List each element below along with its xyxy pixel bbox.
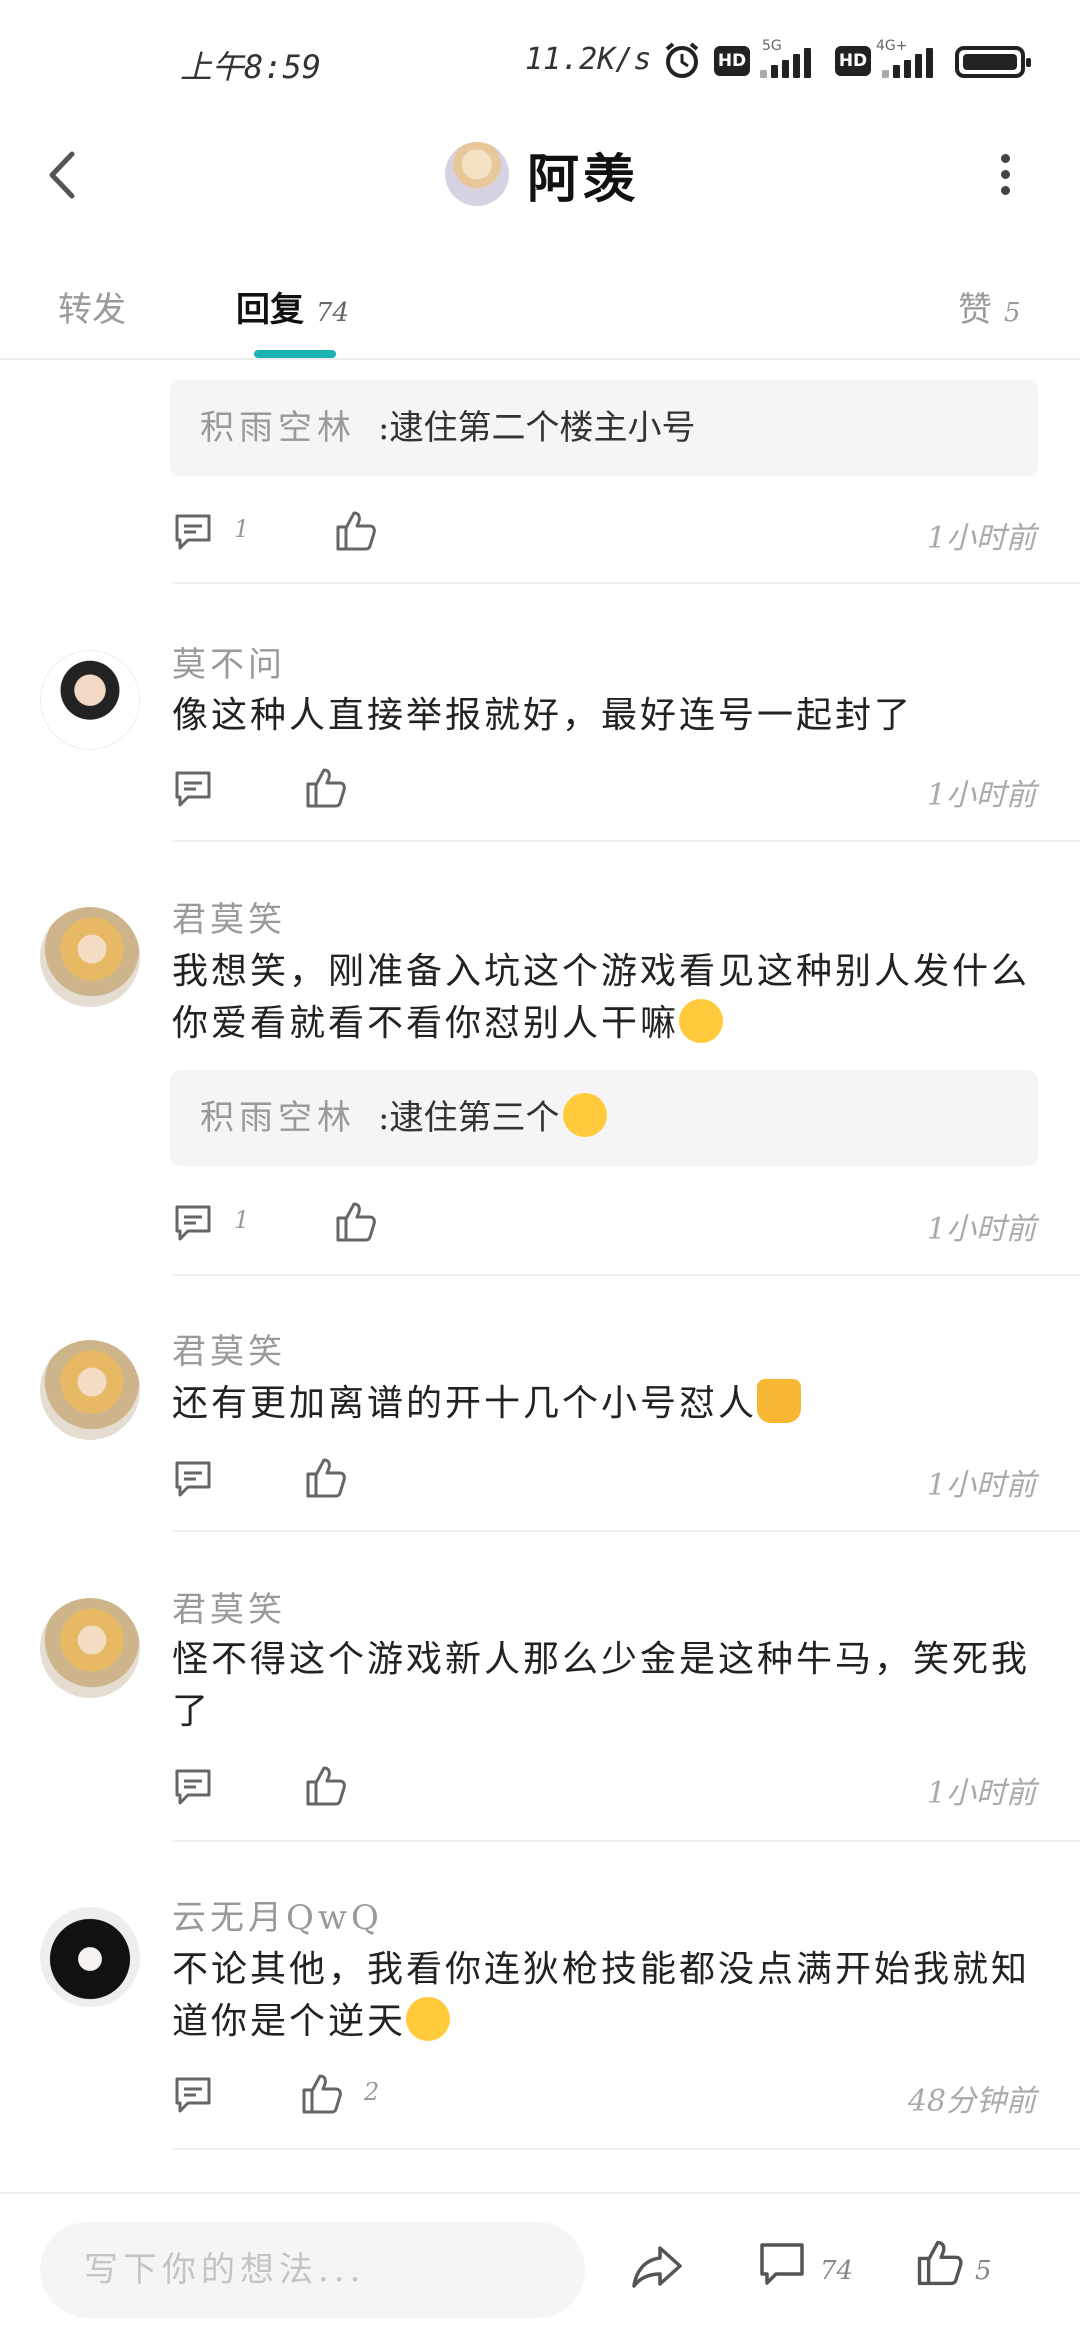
comment-actions: 1 1小时前 — [172, 507, 1040, 557]
comment-time: 1小时前 — [926, 1776, 1036, 1811]
quoted-reply[interactable]: 积雨空林 :逮住第三个 — [170, 1070, 1038, 1166]
quoted-text: :逮住第二个楼主小号 — [378, 408, 696, 448]
avatar[interactable] — [40, 650, 140, 750]
signal-icon-1 — [760, 48, 816, 78]
battery-icon — [955, 46, 1031, 78]
comment-time: 1小时前 — [926, 521, 1036, 556]
reply-count: 1 — [234, 1206, 250, 1234]
tab-bar: 转发 回复 74 赞5 — [0, 240, 1080, 360]
status-bar: 上午8:59 11.2K/s HD 5G HD 4G+ — [0, 0, 1080, 120]
like-icon[interactable] — [915, 2238, 965, 2288]
like-icon[interactable] — [304, 1764, 348, 1808]
divider — [172, 1274, 1080, 1276]
comment-text-body: 不论其他，我看你连狄枪技能都没点满开始我就知道你是个逆天 — [172, 1949, 1031, 2042]
quoted-user[interactable]: 积雨空林 — [200, 408, 356, 448]
grinning-emoji-icon — [406, 1997, 451, 2041]
author-avatar[interactable] — [445, 142, 509, 206]
divider — [172, 840, 1080, 842]
alarm-icon — [665, 42, 699, 78]
tab-replies-count: 74 — [316, 298, 350, 328]
share-icon[interactable] — [630, 2242, 684, 2292]
comment-icon[interactable] — [758, 2240, 806, 2288]
header: 阿羡 — [0, 120, 1080, 230]
comment-time: 1小时前 — [926, 778, 1036, 813]
page-title: 阿羡 — [527, 148, 640, 210]
comment-text-body: 还有更加离谱的开十几个小号怼人 — [172, 1383, 758, 1424]
tab-replies-label: 回复 — [236, 290, 304, 330]
comment-text: 不论其他，我看你连狄枪技能都没点满开始我就知道你是个逆天 — [172, 1944, 1032, 2048]
status-time: 上午8:59 — [180, 48, 322, 86]
comment-actions: 2 48分钟前 — [172, 2070, 1040, 2120]
active-tab-indicator — [254, 350, 336, 358]
hd-badge-2: HD — [835, 46, 871, 76]
comment-text: 我想笑，刚准备入坑这个游戏看见这种别人发什么你爱看就看不看你怼别人干嘛 — [172, 946, 1032, 1050]
comment-input[interactable] — [40, 2222, 585, 2318]
reply-icon[interactable] — [172, 511, 214, 553]
comment-actions: 1小时前 — [172, 764, 1040, 814]
quoted-text: :逮住第三个 — [378, 1098, 560, 1138]
signal-icon-2 — [882, 48, 938, 78]
avatar[interactable] — [40, 1598, 140, 1698]
reply-icon[interactable] — [172, 768, 214, 810]
comment-username[interactable]: 君莫笑 — [172, 1582, 286, 1631]
smirk-emoji-icon — [563, 1093, 608, 1137]
avatar[interactable] — [40, 1340, 140, 1440]
title-group[interactable]: 阿羡 — [445, 132, 639, 216]
comment-text: 像这种人直接举报就好，最好连号一起封了 — [172, 695, 914, 736]
avatar[interactable] — [40, 1907, 140, 2007]
comment-time: 48分钟前 — [907, 2084, 1036, 2119]
tab-repost[interactable]: 转发 — [58, 282, 126, 331]
tab-likes[interactable]: 赞5 — [958, 282, 1021, 331]
comment-text: 怪不得这个游戏新人那么少金是这种牛马，笑死我了 — [172, 1639, 1031, 1732]
like-icon[interactable] — [334, 1200, 378, 1244]
bottom-comment-count: 74 — [820, 2256, 854, 2286]
comment-time: 1小时前 — [926, 1468, 1036, 1503]
more-options-icon[interactable] — [995, 150, 1015, 200]
comment-actions: 1 1小时前 — [172, 1198, 1040, 1248]
like-icon[interactable] — [304, 766, 348, 810]
reply-icon[interactable] — [172, 1202, 214, 1244]
bottom-bar: 74 5 — [0, 2192, 1080, 2340]
divider — [172, 1530, 1080, 1532]
divider — [172, 2148, 1080, 2150]
tab-likes-label: 赞 — [958, 290, 992, 330]
thumbs-up-emoji-icon — [757, 1379, 802, 1423]
reply-count: 1 — [234, 515, 250, 543]
reply-icon[interactable] — [172, 2074, 214, 2116]
comment-username[interactable]: 云无月QwQ — [172, 1890, 383, 1939]
divider — [172, 1840, 1080, 1842]
reply-icon[interactable] — [172, 1458, 214, 1500]
tab-replies[interactable]: 回复 74 — [236, 282, 349, 331]
comment-username[interactable]: 莫不问 — [172, 637, 286, 686]
divider — [172, 582, 1080, 584]
quoted-user[interactable]: 积雨空林 — [200, 1098, 356, 1138]
bottom-like-count: 5 — [975, 2256, 992, 2286]
like-count: 2 — [364, 2078, 380, 2106]
comment-actions: 1小时前 — [172, 1454, 1040, 1504]
tab-likes-count: 5 — [1004, 298, 1021, 328]
like-icon[interactable] — [334, 509, 378, 553]
back-arrow-icon[interactable] — [40, 140, 90, 210]
comment-text-body: 我想笑，刚准备入坑这个游戏看见这种别人发什么你爱看就看不看你怼别人干嘛 — [172, 951, 1031, 1044]
hd-badge-1: HD — [714, 46, 750, 76]
avatar[interactable] — [40, 907, 140, 1007]
reply-icon[interactable] — [172, 1766, 214, 1808]
network-speed: 11.2K/s — [525, 42, 652, 77]
like-icon[interactable] — [304, 1456, 348, 1500]
comment-username[interactable]: 君莫笑 — [172, 1324, 286, 1373]
like-icon[interactable] — [300, 2072, 344, 2116]
comment-username[interactable]: 君莫笑 — [172, 892, 286, 941]
comment-list[interactable]: 积雨空林 :逮住第二个楼主小号 1 1小时前 莫不问 像这种人直接举报就好，最好连… — [0, 362, 1080, 2192]
comment-time: 1小时前 — [926, 1212, 1036, 1247]
quoted-reply[interactable]: 积雨空林 :逮住第二个楼主小号 — [170, 380, 1038, 476]
comment-actions: 1小时前 — [172, 1762, 1040, 1812]
tears-of-joy-emoji-icon — [679, 999, 724, 1043]
tab-repost-label: 转发 — [58, 290, 126, 330]
comment-text: 还有更加离谱的开十几个小号怼人 — [172, 1378, 1032, 1430]
